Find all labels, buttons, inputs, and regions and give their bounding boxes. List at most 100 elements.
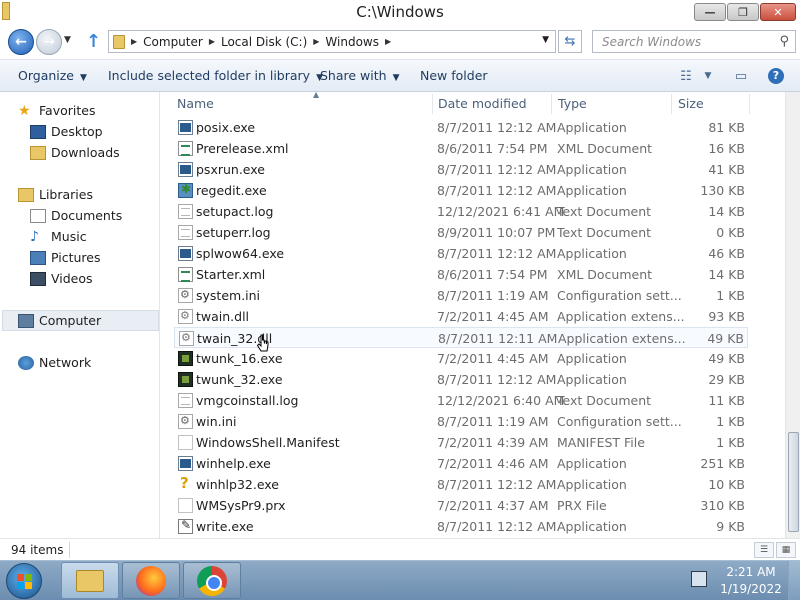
view-dropdown[interactable]: ▼	[698, 67, 718, 85]
table-row[interactable]: winhlp32.exe 8/7/2011 12:12 AMApplication…	[174, 474, 748, 495]
table-row[interactable]: vmgcoinstall.log 12/12/2021 6:40 AM Text D…	[174, 390, 748, 411]
chevron-right-icon[interactable]: ▶	[313, 37, 319, 46]
clock-time[interactable]: 2:21 AM	[720, 565, 782, 579]
up-button[interactable]: ↑	[86, 31, 101, 52]
file-name[interactable]: regedit.exe	[196, 183, 267, 198]
table-row[interactable]: psxrun.exe 8/7/2011 12:12 AM Application 41…	[174, 159, 748, 180]
chevron-right-icon[interactable]: ▶	[385, 37, 391, 46]
table-row[interactable]: Prerelease.xml 8/6/2011 7:54 PM XML Docume…	[174, 138, 748, 159]
pictures-icon	[30, 250, 46, 265]
start-button[interactable]	[6, 563, 42, 599]
table-row[interactable]: system.ini 8/7/2011 1:19 AM Configuration …	[174, 285, 748, 306]
chevron-right-icon[interactable]: ▶	[131, 37, 137, 46]
address-dropdown[interactable]: ▼	[542, 35, 549, 45]
recent-pages-dropdown[interactable]: ▼	[64, 35, 71, 45]
search-placeholder: Search Windows	[602, 35, 702, 49]
file-name[interactable]: psxrun.exe	[196, 162, 265, 177]
clock-date[interactable]: 1/19/2022	[720, 582, 782, 596]
table-row[interactable]: regedit.exe 8/7/2011 12:12 AMApplication 1…	[174, 180, 748, 201]
search-input[interactable]: Search Windows ⚲	[592, 30, 796, 53]
table-row[interactable]: winhelp.exe 7/2/2011 4:46 AM Application 25…	[174, 453, 748, 474]
taskbar-chrome[interactable]	[183, 562, 241, 599]
nav-network[interactable]: Network	[18, 352, 175, 373]
file-date: 8/6/2011 7:54 PM	[437, 141, 548, 156]
table-row[interactable]: twain.dll 7/2/2011 4:45 AM Application ext…	[174, 306, 748, 327]
file-name[interactable]: WindowsShell.Manifest	[196, 435, 340, 450]
nav-computer[interactable]: Computer	[2, 310, 159, 331]
table-row[interactable]: WindowsShell.Manifest 7/2/2011 4:39 AM MAN…	[174, 432, 748, 453]
view-options-icon[interactable]: ☷	[676, 67, 696, 85]
file-name[interactable]: posix.exe	[196, 120, 255, 135]
details-view-button[interactable]: ☰	[754, 542, 774, 558]
column-separator[interactable]	[551, 94, 552, 114]
file-type: Application	[557, 456, 627, 471]
chevron-right-icon[interactable]: ▶	[209, 37, 215, 46]
file-name[interactable]: write.exe	[196, 519, 254, 534]
address-bar[interactable]: ▶ Computer ▶ Local Disk (C:) ▶ Windows ▶…	[108, 30, 556, 53]
file-name[interactable]: Prerelease.xml	[196, 141, 288, 156]
breadcrumb-computer[interactable]: Computer	[143, 35, 203, 49]
column-header-type[interactable]: Type	[558, 92, 670, 114]
file-type: PRX File	[557, 498, 607, 513]
taskbar-firefox[interactable]	[122, 562, 180, 599]
cfg-file-icon	[178, 414, 193, 429]
organize-menu[interactable]: Organize ▼	[18, 68, 87, 83]
show-desktop-button[interactable]	[788, 561, 800, 600]
table-row[interactable]: posix.exe 8/7/2011 12:12 AM Application 81 …	[174, 117, 748, 138]
table-row[interactable]: write.exe 8/7/2011 12:12 AMApplication 9 K…	[174, 516, 748, 537]
table-row[interactable]: setupact.log 12/12/2021 6:41 AM Text Docum…	[174, 201, 748, 222]
column-header-size[interactable]: Size	[678, 92, 748, 114]
file-name[interactable]: vmgcoinstall.log	[196, 393, 298, 408]
preview-pane-icon[interactable]: ▭	[731, 67, 751, 85]
column-header-date[interactable]: Date modified	[438, 92, 550, 114]
file-name[interactable]: system.ini	[196, 288, 260, 303]
file-size: 9 KB	[716, 519, 745, 534]
file-date: 12/12/2021 6:40 AM	[437, 393, 565, 408]
network-icon	[18, 355, 34, 370]
file-name[interactable]: Starter.xml	[196, 267, 265, 282]
vertical-scrollbar[interactable]	[785, 92, 800, 538]
nav-favorites[interactable]: ★ Favorites	[18, 100, 175, 121]
breadcrumb-windows[interactable]: Windows	[325, 35, 379, 49]
maximize-button[interactable]: ❐	[727, 3, 759, 21]
column-separator[interactable]	[432, 94, 433, 114]
network-tray-icon[interactable]	[691, 571, 707, 587]
file-name[interactable]: setupact.log	[196, 204, 273, 219]
column-separator[interactable]	[749, 94, 750, 114]
new-folder-button[interactable]: New folder	[420, 68, 488, 83]
nav-libraries[interactable]: Libraries	[18, 184, 175, 205]
table-row[interactable]: twunk_32.exe 8/7/2011 12:12 AM Application…	[174, 369, 748, 390]
file-name[interactable]: twain.dll	[196, 309, 249, 324]
file-name[interactable]: WMSysPr9.prx	[196, 498, 286, 513]
search-icon[interactable]: ⚲	[779, 34, 789, 49]
forward-button[interactable]: →	[36, 29, 62, 55]
file-name[interactable]: setuperr.log	[196, 225, 271, 240]
share-with-menu[interactable]: Share with ▼	[320, 68, 400, 83]
file-name[interactable]: twunk_32.exe	[196, 372, 283, 387]
file-name[interactable]: winhelp.exe	[196, 456, 271, 471]
breadcrumb-local-disk[interactable]: Local Disk (C:)	[221, 35, 307, 49]
back-button[interactable]: ←	[8, 29, 34, 55]
documents-icon	[30, 208, 46, 223]
table-row[interactable]: win.ini 8/7/2011 1:19 AM Configuration set…	[174, 411, 748, 432]
include-in-library-menu[interactable]: Include selected folder in library ▼	[108, 68, 323, 83]
large-icons-view-button[interactable]: ▦	[776, 542, 796, 558]
refresh-button[interactable]: ⇆	[558, 30, 582, 53]
column-header-name[interactable]: ▲ Name	[177, 92, 432, 114]
file-type: Application extens...	[558, 331, 686, 346]
file-name[interactable]: win.ini	[196, 414, 236, 429]
minimize-button[interactable]: —	[694, 3, 726, 21]
column-separator[interactable]	[671, 94, 672, 114]
table-row[interactable]: Starter.xml 8/6/2011 7:54 PM XML Document 1…	[174, 264, 748, 285]
xml-file-icon	[178, 141, 193, 156]
close-button[interactable]: ✕	[760, 3, 796, 21]
title-bar[interactable]: C:\Windows — ❐ ✕	[0, 0, 800, 25]
taskbar-explorer[interactable]	[61, 562, 119, 599]
scrollbar-thumb[interactable]	[788, 432, 799, 532]
file-name[interactable]: splwow64.exe	[196, 246, 284, 261]
table-row[interactable]: setuperr.log 8/9/2011 10:07 PM Text Docume…	[174, 222, 748, 243]
table-row[interactable]: WMSysPr9.prx 7/2/2011 4:37 AM PRX File 310 …	[174, 495, 748, 516]
table-row[interactable]: splwow64.exe 8/7/2011 12:12 AM Application…	[174, 243, 748, 264]
help-icon[interactable]: ?	[766, 67, 786, 85]
file-name[interactable]: winhlp32.exe	[196, 477, 279, 492]
